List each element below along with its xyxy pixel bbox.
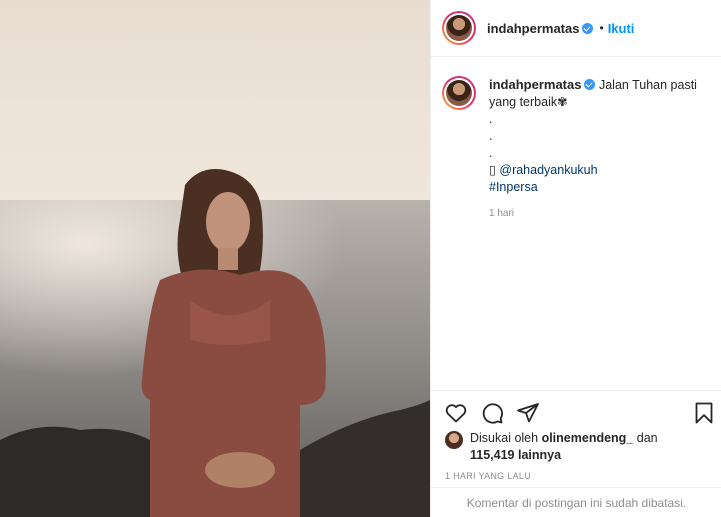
- author-username[interactable]: indahpermatas: [487, 21, 579, 36]
- caption-text: indahpermatas Jalan Tuhan pasti yang ter…: [489, 76, 697, 222]
- caption-dot: .: [489, 146, 493, 160]
- post-date[interactable]: 1 HARI YANG LALU: [445, 471, 531, 481]
- separator-dot: •: [599, 21, 604, 35]
- liker-avatar[interactable]: [445, 431, 463, 449]
- liker-username[interactable]: olinemendeng_: [542, 431, 634, 445]
- verified-badge-icon: [584, 79, 596, 90]
- photo-scene: [0, 0, 430, 517]
- bookmark-icon[interactable]: [692, 401, 716, 425]
- action-bar: [431, 390, 721, 434]
- author-avatar[interactable]: [442, 11, 476, 45]
- caption-dot: .: [489, 112, 493, 126]
- likes-and: dan: [636, 431, 658, 445]
- caption-time-ago[interactable]: 1 hari: [489, 205, 697, 222]
- verified-badge-icon: [582, 22, 594, 34]
- caption-line-2: yang terbaik✾: [489, 95, 568, 109]
- caption: indahpermatas Jalan Tuhan pasti yang ter…: [442, 76, 712, 222]
- likes-count[interactable]: 115,419 lainnya: [470, 448, 561, 462]
- hashtag-link[interactable]: #Inpersa: [489, 179, 697, 196]
- caption-avatar[interactable]: [442, 76, 476, 110]
- comments-restricted-notice: Komentar di postingan ini sudah dibatasi…: [431, 487, 721, 517]
- share-icon[interactable]: [516, 401, 540, 425]
- caption-line-1: Jalan Tuhan pasti: [598, 78, 697, 92]
- post-photo[interactable]: [0, 0, 430, 517]
- mention-link[interactable]: @rahadyankukuh: [499, 163, 597, 177]
- post-side-panel: indahpermatas • Ikuti indahpermatas Jala…: [430, 0, 721, 517]
- post-header: indahpermatas • Ikuti: [431, 0, 721, 57]
- heart-icon[interactable]: [444, 401, 468, 425]
- follow-button[interactable]: Ikuti: [608, 21, 635, 36]
- mention-prefix: ▯: [489, 163, 496, 177]
- comment-icon[interactable]: [480, 401, 504, 425]
- likes-prefix: Disukai oleh: [470, 431, 539, 445]
- likes-summary: Disukai oleh olinemendeng_ dan 115,419 l…: [445, 430, 715, 464]
- caption-dot: .: [489, 129, 493, 143]
- caption-username[interactable]: indahpermatas: [489, 77, 581, 92]
